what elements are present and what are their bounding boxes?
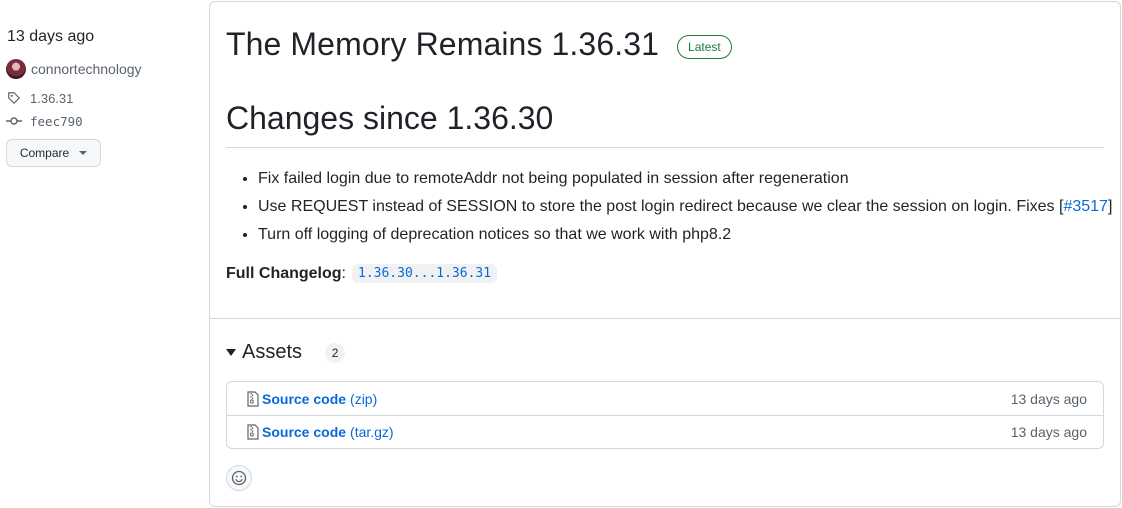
tag-name: 1.36.31 — [30, 90, 74, 106]
compare-button[interactable]: Compare — [6, 139, 101, 167]
file-zip-icon — [245, 424, 261, 440]
commit-icon — [6, 113, 22, 129]
asset-link-targz[interactable]: Source code (tar.gz) — [245, 424, 394, 440]
release-card: The Memory Remains 1.36.31 Latest Change… — [209, 1, 1121, 507]
tag-icon — [6, 90, 22, 106]
asset-row: Source code (zip) 13 days ago — [227, 382, 1103, 415]
add-reaction-button[interactable] — [226, 465, 252, 491]
asset-name: Source code — [262, 424, 347, 440]
file-zip-icon — [245, 390, 261, 407]
commit-link[interactable]: feec790 — [6, 113, 83, 129]
release-notes-list: Fix failed login due to remoteAddr not b… — [258, 168, 1112, 252]
asset-row: Source code (tar.gz) 13 days ago — [227, 415, 1103, 448]
assets-label: Assets — [242, 341, 303, 363]
release-title-row: The Memory Remains 1.36.31 Latest — [226, 26, 732, 63]
asset-ext: (zip) — [350, 390, 378, 407]
release-date: 13 days ago — [7, 28, 95, 45]
compare-label: Compare — [19, 146, 70, 160]
asset-name: Source code — [262, 390, 347, 407]
asset-date: 13 days ago — [1010, 424, 1087, 440]
assets-toggle[interactable]: Assets 2 — [226, 341, 346, 364]
tag-link[interactable]: 1.36.31 — [6, 90, 73, 106]
latest-badge: Latest — [677, 34, 732, 59]
issue-link[interactable]: #3517 — [1063, 198, 1108, 215]
list-item: Turn off logging of deprecation notices … — [258, 224, 1108, 252]
changelog-label: Full Changelog — [226, 264, 342, 282]
release-title[interactable]: The Memory Remains 1.36.31 — [226, 26, 659, 63]
commit-sha: feec790 — [30, 113, 83, 129]
asset-date: 13 days ago — [1010, 390, 1087, 407]
caret-down-icon — [79, 151, 88, 155]
assets-list: Source code (zip) 13 days ago Source cod… — [226, 381, 1104, 449]
triangle-down-icon — [226, 349, 236, 356]
changelog-compare-link[interactable]: 1.36.30...1.36.31 — [352, 264, 498, 283]
full-changelog: Full Changelog: 1.36.30...1.36.31 — [226, 264, 498, 283]
note-suffix: ] — [1107, 198, 1113, 215]
note-text: Use REQUEST instead of SESSION to store … — [258, 198, 1064, 215]
avatar — [6, 59, 26, 79]
changelog-colon: : — [341, 264, 346, 282]
note-text: Turn off logging of deprecation notices … — [258, 226, 732, 243]
note-text: Fix failed login due to remoteAddr not b… — [258, 170, 849, 187]
asset-ext: (tar.gz) — [350, 424, 394, 440]
asset-link-zip[interactable]: Source code (zip) — [245, 391, 377, 407]
list-item: Fix failed login due to remoteAddr not b… — [258, 168, 1108, 196]
section-divider — [210, 318, 1120, 319]
author-link[interactable]: connortechnology — [6, 59, 142, 79]
author-name: connortechnology — [31, 61, 142, 77]
assets-count-badge: 2 — [325, 342, 346, 363]
list-item: Use REQUEST instead of SESSION to store … — [258, 196, 1112, 224]
changes-heading: Changes since 1.36.30 — [226, 100, 1104, 148]
smiley-icon — [231, 470, 247, 486]
